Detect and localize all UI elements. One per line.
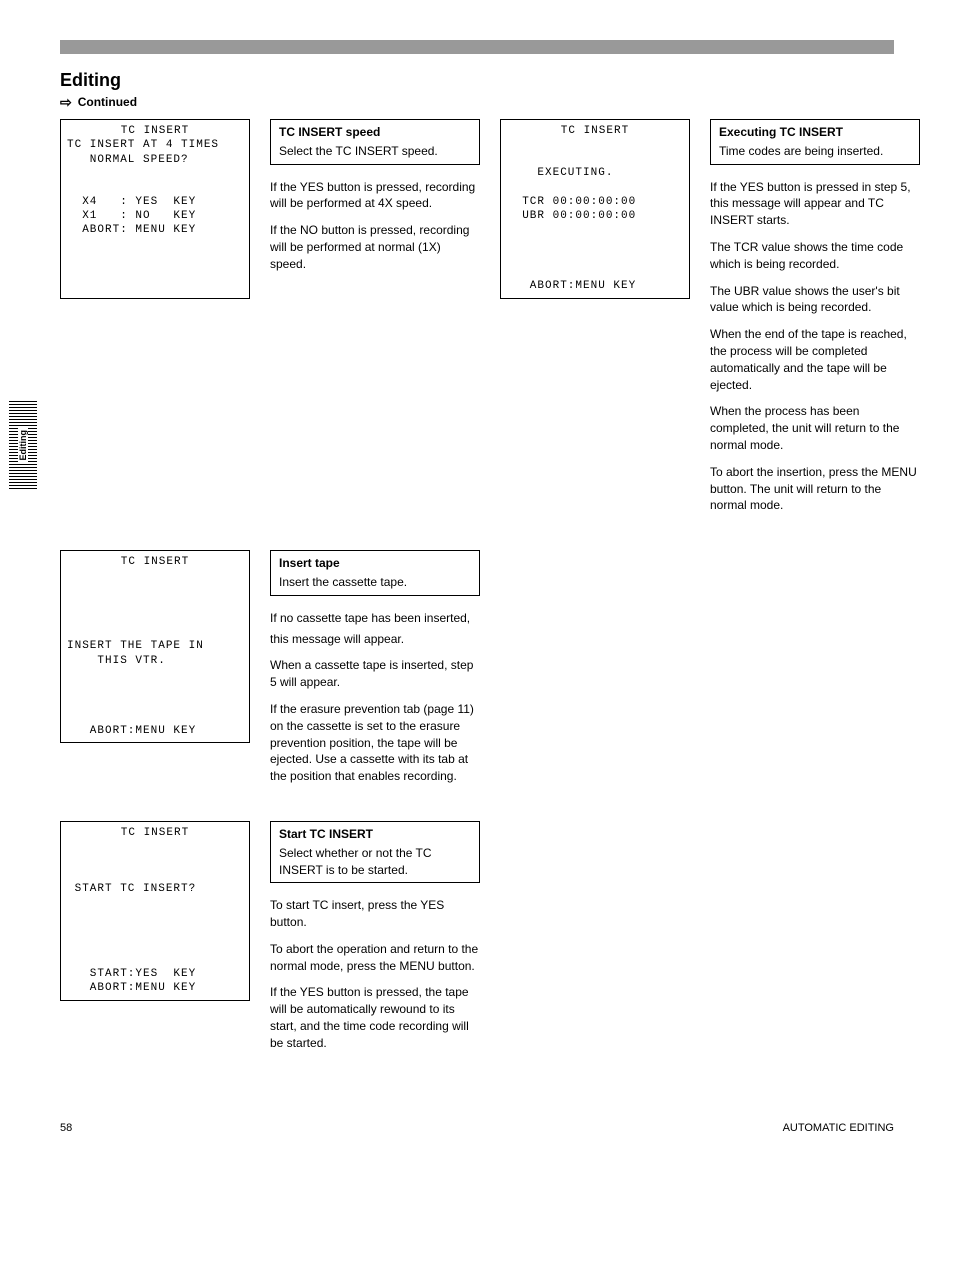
row-3: TC INSERT START TC INSERT? START:YES KEY… bbox=[60, 821, 894, 1062]
page-number: 58 bbox=[60, 1122, 72, 1134]
para: The UBR value shows the user's bit value… bbox=[710, 283, 920, 317]
continued-label: Continued bbox=[78, 95, 137, 109]
arrow-right-icon: ⇨ bbox=[60, 95, 72, 109]
box-body: Time codes are being inserted. bbox=[719, 143, 911, 160]
footer-label: AUTOMATIC EDITING bbox=[783, 1122, 894, 1134]
para: If the erasure prevention tab (page 11) … bbox=[270, 701, 480, 785]
para: If the YES button is pressed in step 5, … bbox=[710, 179, 920, 229]
top-grey-bar bbox=[60, 40, 894, 54]
box-executing: Executing TC INSERT Time codes are being… bbox=[710, 119, 920, 165]
screen-executing: TC INSERT EXECUTING. TCR 00:00:00:00 UBR… bbox=[500, 119, 690, 299]
screen-line: EXECUTING. bbox=[507, 166, 683, 180]
para: When the end of the tape is reached, the… bbox=[710, 326, 920, 393]
para: To abort the operation and return to the… bbox=[270, 941, 480, 975]
screen-start: TC INSERT START TC INSERT? START:YES KEY… bbox=[60, 821, 250, 1001]
desc-executing: Executing TC INSERT Time codes are being… bbox=[710, 119, 920, 524]
para: To abort the insertion, press the MENU b… bbox=[710, 464, 920, 514]
screen-insert-tape: TC INSERT INSERT THE TAPE IN THIS VTR. AB… bbox=[60, 550, 250, 743]
box-body: Select whether or not the TC INSERT is t… bbox=[279, 845, 471, 879]
screen-title: TC INSERT bbox=[67, 555, 243, 569]
para: If the YES button is pressed, the tape w… bbox=[270, 984, 480, 1051]
box-title: Executing TC INSERT bbox=[719, 124, 911, 141]
screen-line: X4 : YES KEY bbox=[67, 195, 243, 209]
screen-title: TC INSERT bbox=[67, 124, 243, 138]
screen-line: START:YES KEY bbox=[67, 967, 243, 981]
para: When a cassette tape is inserted, step 5… bbox=[270, 657, 480, 691]
screen-line: TC INSERT AT 4 TIMES bbox=[67, 138, 243, 152]
screen-title: TC INSERT bbox=[507, 124, 683, 138]
box-title: Start TC INSERT bbox=[279, 826, 471, 843]
page-footer: 58 AUTOMATIC EDITING bbox=[60, 1122, 894, 1134]
box-start: Start TC INSERT Select whether or not th… bbox=[270, 821, 480, 883]
desc-start: Start TC INSERT Select whether or not th… bbox=[270, 821, 480, 1062]
screen-line: TCR 00:00:00:00 bbox=[507, 195, 683, 209]
para: If the YES button is pressed, recording … bbox=[270, 179, 480, 213]
box-title: TC INSERT speed bbox=[279, 124, 471, 141]
para: The TCR value shows the time code which … bbox=[710, 239, 920, 273]
screen-line: INSERT THE TAPE IN bbox=[67, 639, 243, 653]
screen-line: ABORT:MENU KEY bbox=[67, 981, 243, 995]
box-insert-tape: Insert tape Insert the cassette tape. bbox=[270, 550, 480, 596]
screen-line: NORMAL SPEED? bbox=[67, 153, 243, 167]
screen-line: START TC INSERT? bbox=[67, 882, 243, 896]
page-content: Editing ⇨ Continued TC INSERTTC INSERT A… bbox=[0, 0, 954, 1174]
box-title: Insert tape bbox=[279, 555, 471, 572]
continued-row: ⇨ Continued bbox=[60, 95, 894, 109]
box-body: Select the TC INSERT speed. bbox=[279, 143, 471, 160]
row-2: TC INSERT INSERT THE TAPE IN THIS VTR. AB… bbox=[60, 550, 894, 795]
box-body: Insert the cassette tape. bbox=[279, 574, 471, 591]
screen-line: ABORT:MENU KEY bbox=[67, 724, 243, 738]
screen-title: TC INSERT bbox=[67, 826, 243, 840]
para: If no cassette tape has been inserted, bbox=[270, 610, 480, 627]
para: If the NO button is pressed, recording w… bbox=[270, 222, 480, 272]
para: To start TC insert, press the YES button… bbox=[270, 897, 480, 931]
screen-line: X1 : NO KEY bbox=[67, 209, 243, 223]
row-1: TC INSERTTC INSERT AT 4 TIMES NORMAL SPE… bbox=[60, 119, 894, 524]
para: this message will appear. bbox=[270, 631, 480, 648]
desc-speed: TC INSERT speed Select the TC INSERT spe… bbox=[270, 119, 480, 283]
screen-line: UBR 00:00:00:00 bbox=[507, 209, 683, 223]
page-heading: Editing bbox=[60, 70, 894, 91]
screen-line: ABORT: MENU KEY bbox=[67, 223, 243, 237]
side-tab-label: Editing bbox=[18, 428, 28, 463]
box-speed: TC INSERT speed Select the TC INSERT spe… bbox=[270, 119, 480, 165]
para: When the process has been completed, the… bbox=[710, 403, 920, 453]
screen-speed: TC INSERTTC INSERT AT 4 TIMES NORMAL SPE… bbox=[60, 119, 250, 299]
side-tab: Editing bbox=[8, 400, 38, 490]
desc-insert-tape: Insert tape Insert the cassette tape. If… bbox=[270, 550, 480, 795]
screen-line: ABORT:MENU KEY bbox=[507, 279, 683, 293]
screen-line: THIS VTR. bbox=[67, 654, 243, 668]
